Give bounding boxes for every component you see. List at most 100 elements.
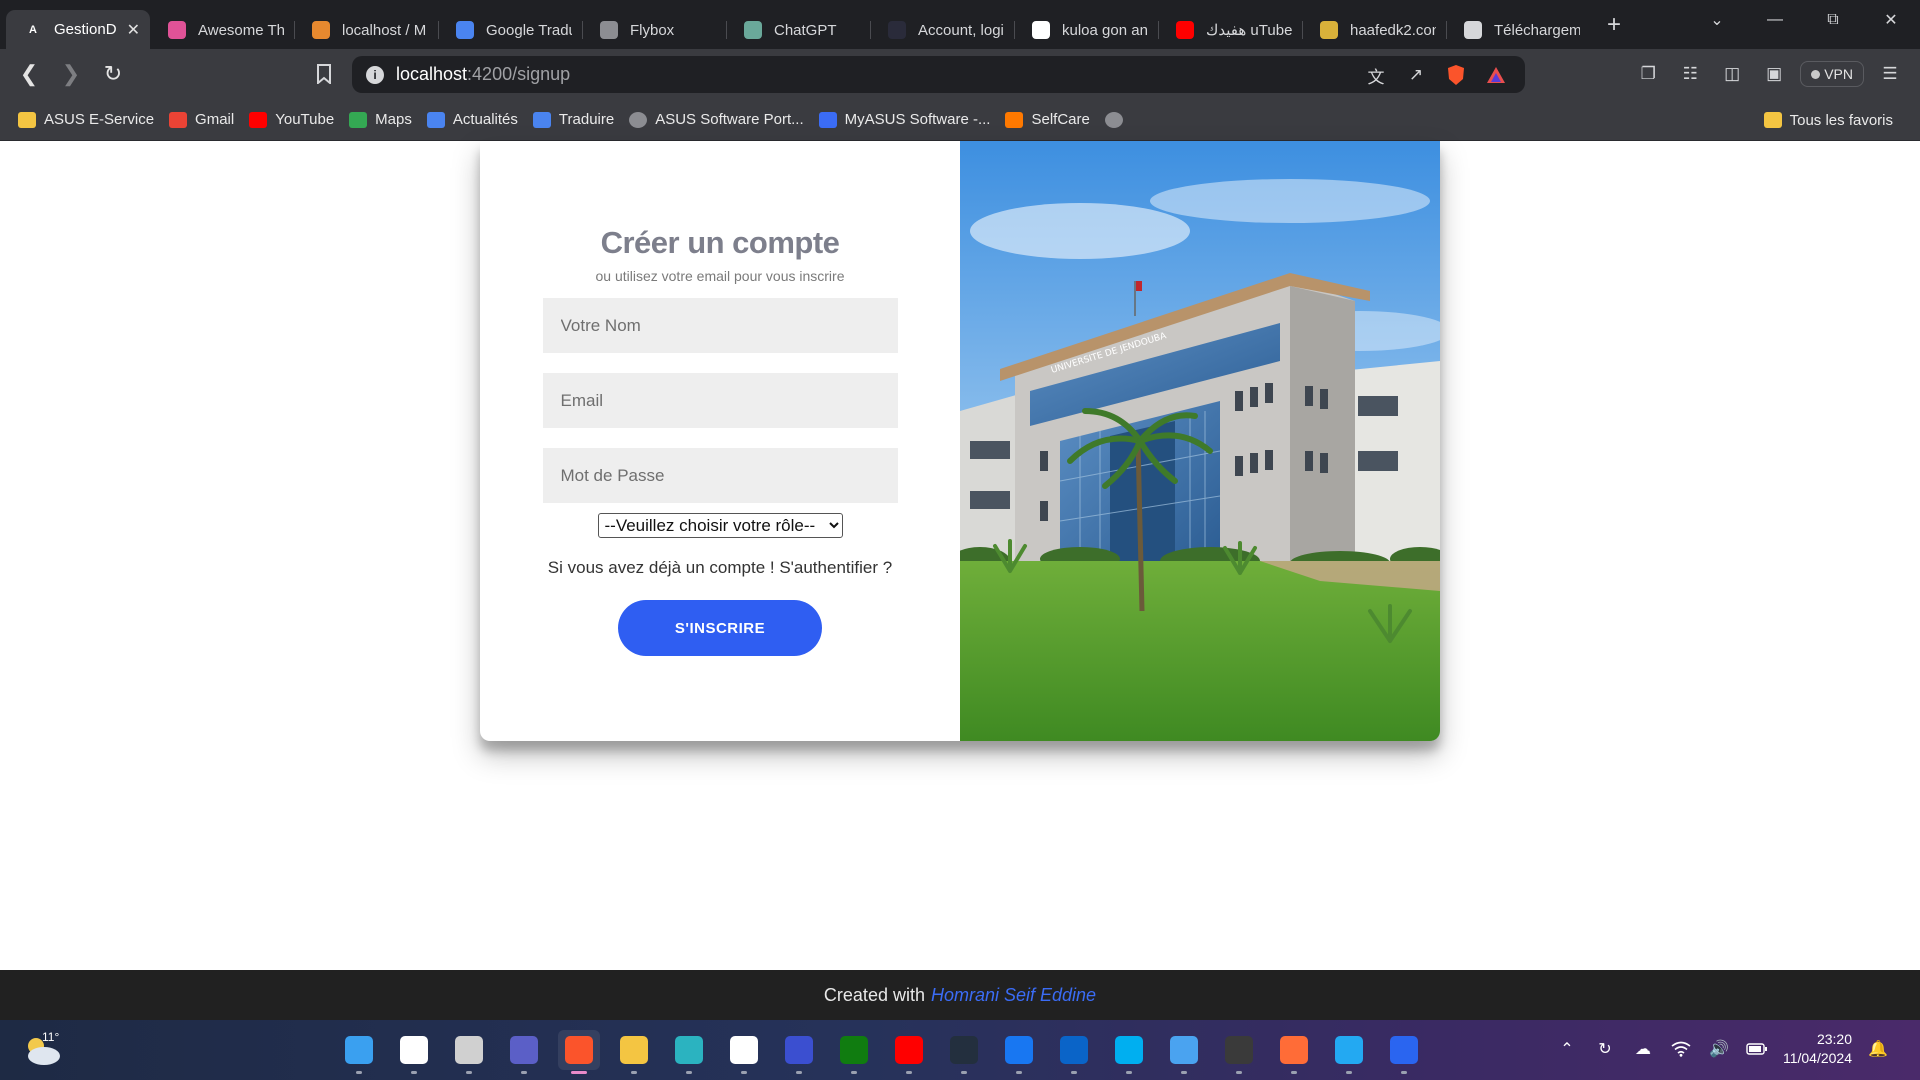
browser-tab[interactable]: Téléchargeme [1446, 11, 1590, 49]
bookmark-list: ASUS E-Service Gmail YouTube Maps Actualités… [12, 105, 1140, 135]
site-info-icon[interactable]: i [366, 65, 384, 84]
form-title: Créer un compte [600, 225, 840, 260]
bookmark-item[interactable]: ASUS Software Port... [623, 105, 812, 135]
clock-time: 23:20 [1816, 1031, 1852, 1047]
translate-icon[interactable]: 文 [1363, 62, 1389, 88]
brave-shields-icon[interactable] [1443, 62, 1469, 88]
taskbar-app[interactable] [1328, 1030, 1370, 1074]
reload-button[interactable]: ↻ [92, 56, 134, 92]
browser-tab[interactable]: Flybox [582, 11, 726, 49]
mathway-icon [785, 1036, 813, 1064]
tab-title: haafedk2.con [1350, 21, 1436, 39]
toolbar-actions: ❐ ☷ ◫ ▣ VPN ☰ [1632, 56, 1906, 92]
browser-tab[interactable]: localhost / M [294, 11, 438, 49]
browser-tab[interactable]: kuloa gon an [1014, 11, 1158, 49]
wallet-icon[interactable]: ▣ [1758, 56, 1790, 92]
system-tray: ⌃ ↻ ☁ 🔊 23:20 11/04/2024 🔔 [1555, 1030, 1890, 1068]
minimize-button[interactable]: — [1746, 0, 1804, 40]
tab-title: هفيدك uTube [1206, 22, 1292, 39]
tab-search-chevron-icon[interactable]: ⌄ [1688, 0, 1746, 40]
bookmark-item[interactable]: ASUS E-Service [12, 105, 163, 135]
vpn-button[interactable]: VPN [1800, 61, 1864, 87]
close-window-button[interactable]: ✕ [1862, 0, 1920, 40]
sidebar-icon[interactable]: ◫ [1716, 56, 1748, 92]
onedrive-icon[interactable]: ☁ [1631, 1037, 1655, 1061]
wifi-icon[interactable] [1669, 1037, 1693, 1061]
bookmark-item[interactable]: YouTube [243, 105, 343, 135]
bookmark-item[interactable]: Maps [343, 105, 421, 135]
skype-icon [1115, 1036, 1143, 1064]
taskbar-app[interactable] [1108, 1030, 1150, 1074]
bookmark-item[interactable]: Traduire [527, 105, 623, 135]
taskbar-app[interactable] [613, 1030, 655, 1074]
taskbar-app[interactable] [503, 1030, 545, 1074]
taskbar-app[interactable] [1163, 1030, 1205, 1074]
page-footer: Created with Homrani Seif Eddine [0, 970, 1920, 1020]
taskbar-app[interactable] [833, 1030, 875, 1074]
taskbar-app[interactable] [998, 1030, 1040, 1074]
brave-rewards-icon[interactable] [1483, 62, 1509, 88]
taskbar-app[interactable] [393, 1030, 435, 1074]
browser-tab[interactable]: A GestionD ✕ [6, 10, 150, 49]
maps-icon [349, 111, 368, 128]
extensions-icon[interactable]: ☷ [1674, 56, 1706, 92]
taskbar-app[interactable] [1273, 1030, 1315, 1074]
battery-icon[interactable] [1745, 1037, 1769, 1061]
back-button[interactable]: ❮ [8, 56, 50, 92]
browser-tab[interactable]: Account, logi [870, 11, 1014, 49]
taskbar-app[interactable] [888, 1030, 930, 1074]
login-link[interactable]: Si vous avez déjà un compte ! S'authenti… [548, 558, 892, 578]
browser-tab[interactable]: Awesome Th [150, 11, 294, 49]
tab-title: Awesome Th [198, 21, 284, 39]
collections-icon[interactable]: ❐ [1632, 56, 1664, 92]
taskbar-app[interactable] [338, 1030, 380, 1074]
role-select[interactable]: --Veuillez choisir votre rôle-- [597, 513, 843, 538]
remote-app-icon [1170, 1036, 1198, 1064]
taskbar-app[interactable] [1383, 1030, 1425, 1074]
running-indicator [906, 1071, 912, 1074]
volume-icon[interactable]: 🔊 [1707, 1037, 1731, 1061]
share-icon[interactable]: ↗ [1403, 62, 1429, 88]
taskbar-app[interactable] [668, 1030, 710, 1074]
running-indicator [1181, 1071, 1187, 1074]
footer-author-link[interactable]: Homrani Seif Eddine [931, 985, 1096, 1006]
all-bookmarks-folder[interactable]: Tous les favoris [1758, 105, 1902, 135]
bookmark-page-button[interactable] [303, 56, 345, 92]
browser-tab[interactable]: هفيدك uTube [1158, 11, 1302, 49]
name-input[interactable] [542, 298, 898, 353]
bookmark-item[interactable]: Actualités [421, 105, 527, 135]
close-tab-icon[interactable]: ✕ [127, 20, 140, 40]
password-input[interactable] [542, 448, 898, 503]
taskbar-app[interactable] [723, 1030, 765, 1074]
signup-button[interactable]: S'INSCRIRE [618, 600, 822, 656]
new-tab-button[interactable]: + [1594, 6, 1634, 44]
forward-button[interactable]: ❯ [50, 56, 92, 92]
notification-bell-icon[interactable]: 🔔 [1866, 1037, 1890, 1061]
taskbar-app[interactable] [1218, 1030, 1260, 1074]
browser-tab[interactable]: haafedk2.con [1302, 11, 1446, 49]
vpn-label: VPN [1824, 66, 1853, 82]
email-input[interactable] [542, 373, 898, 428]
sync-icon[interactable]: ↻ [1593, 1037, 1617, 1061]
chevron-up-icon[interactable]: ⌃ [1555, 1037, 1579, 1061]
taskbar-app[interactable] [558, 1030, 600, 1074]
folder-icon [1763, 112, 1782, 128]
restore-button[interactable]: ⧉ [1804, 0, 1862, 40]
bookmark-item[interactable]: SelfCare [999, 105, 1098, 135]
taskbar-app[interactable] [778, 1030, 820, 1074]
bookmark-item[interactable] [1099, 105, 1140, 135]
taskbar-app[interactable] [943, 1030, 985, 1074]
address-bar[interactable]: i localhost:4200/signup 文 ↗ [352, 56, 1525, 93]
bookmark-item[interactable]: MyASUS Software -... [813, 105, 1000, 135]
dark-icon [888, 21, 906, 39]
browser-tab[interactable]: ChatGPT [726, 11, 870, 49]
browser-tab[interactable]: Google Tradu [438, 11, 582, 49]
bookmark-item[interactable]: Gmail [163, 105, 243, 135]
menu-icon[interactable]: ☰ [1874, 56, 1906, 92]
running-indicator [411, 1071, 417, 1074]
clock[interactable]: 23:20 11/04/2024 [1783, 1030, 1852, 1068]
all-bookmarks-label: Tous les favoris [1789, 111, 1893, 129]
taskbar-app[interactable] [1053, 1030, 1095, 1074]
taskbar-app[interactable] [448, 1030, 490, 1074]
teams-icon [510, 1036, 538, 1064]
